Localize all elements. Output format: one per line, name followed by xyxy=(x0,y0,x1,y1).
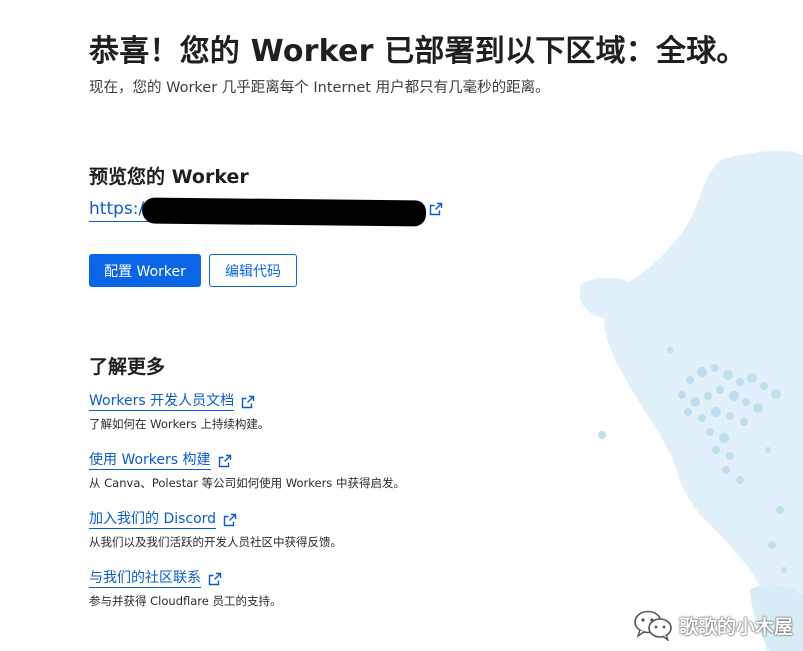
external-link-icon[interactable] xyxy=(223,513,237,527)
configure-worker-button[interactable]: 配置 Worker xyxy=(89,254,201,287)
url-redaction-mark xyxy=(141,197,427,227)
external-link-icon[interactable] xyxy=(241,395,255,409)
build-with-workers-link[interactable]: 使用 Workers 构建 xyxy=(89,452,211,470)
learn-more-heading: 了解更多 xyxy=(89,356,166,378)
join-discord-link[interactable]: 加入我们的 Discord xyxy=(89,511,217,529)
resource-description: 从 Canva、Polestar 等公司如何使用 Workers 中获得启发。 xyxy=(89,476,405,490)
wechat-icon xyxy=(634,610,672,641)
watermark: 歌歌的小木屋 xyxy=(633,609,793,641)
resource-item-discord: 加入我们的 Discord 从我们以及我们活跃的开发人员社区中获得反馈。 xyxy=(89,509,589,550)
page-title: 恭喜！您的 Worker 已部署到以下区域：全球。 xyxy=(89,34,747,69)
external-link-icon[interactable] xyxy=(429,202,443,216)
watermark-text: 歌歌的小木屋 xyxy=(678,615,793,638)
preview-heading: 预览您的 Worker xyxy=(89,166,249,188)
preview-url-row: https:// xyxy=(89,197,449,227)
resource-description: 从我们以及我们活跃的开发人员社区中获得反馈。 xyxy=(89,535,342,549)
preview-url-link[interactable]: https:// xyxy=(89,199,150,222)
workers-docs-link[interactable]: Workers 开发人员文档 xyxy=(89,393,235,411)
resource-item-build: 使用 Workers 构建 从 Canva、Polestar 等公司如何使用 W… xyxy=(89,450,589,491)
external-link-icon[interactable] xyxy=(208,572,222,586)
page-subtitle: 现在，您的 Worker 几乎距离每个 Internet 用户都只有几毫秒的距离… xyxy=(89,80,550,96)
external-link-icon[interactable] xyxy=(218,454,232,468)
community-contact-link[interactable]: 与我们的社区联系 xyxy=(89,570,201,588)
edit-code-button[interactable]: 编辑代码 xyxy=(209,254,297,287)
resource-description: 了解如何在 Workers 上持续构建。 xyxy=(89,417,270,431)
resource-item-docs: Workers 开发人员文档 了解如何在 Workers 上持续构建。 xyxy=(89,391,589,432)
resource-description: 参与并获得 Cloudflare 员工的支持。 xyxy=(89,594,282,608)
resource-item-community: 与我们的社区联系 参与并获得 Cloudflare 员工的支持。 xyxy=(89,568,589,609)
